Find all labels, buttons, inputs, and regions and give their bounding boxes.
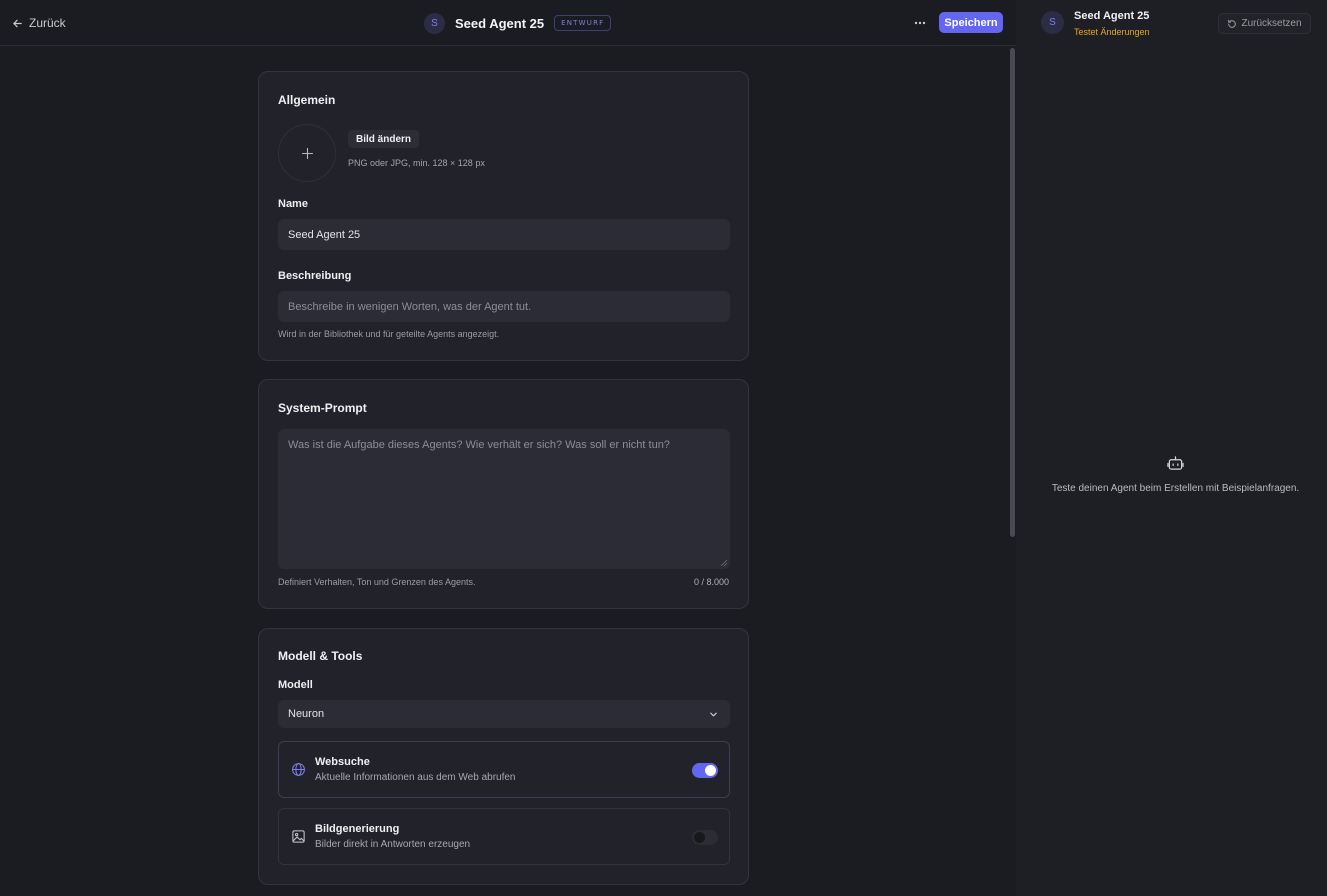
description-hint: Wird in der Bibliothek und für geteilte … xyxy=(278,329,500,339)
change-image-button[interactable]: Bild ändern xyxy=(348,130,420,148)
page-title: Seed Agent 25 xyxy=(455,15,545,31)
tool-description: Bilder direkt in Antworten erzeugen xyxy=(315,839,471,850)
tool-row-websuche[interactable]: Websuche Aktuelle Informationen aus dem … xyxy=(278,741,730,798)
character-count: 0 / 8.000 xyxy=(693,577,729,587)
system-prompt-card: System-Prompt Was ist die Aufgabe dieses… xyxy=(258,379,749,609)
image-hint: PNG oder JPG, min. 128 × 128 px xyxy=(348,158,485,168)
general-card: Allgemein Bild ändern PNG oder JPG, min.… xyxy=(258,71,749,361)
system-prompt-title: System-Prompt xyxy=(278,401,367,415)
websuche-toggle[interactable] xyxy=(692,763,718,778)
reset-label: Zurücksetzen xyxy=(1241,18,1302,29)
preview-pane: S Seed Agent 25 Testet Änderungen Zurück… xyxy=(1016,0,1327,896)
editor-pane: Zurück S Seed Agent 25 ENTWURF Speichern… xyxy=(0,0,1016,896)
model-select[interactable]: Neuron xyxy=(278,700,730,728)
scrollbar-thumb[interactable] xyxy=(1010,48,1015,537)
back-label: Zurück xyxy=(29,16,66,30)
preview-avatar: S xyxy=(1041,11,1064,34)
resize-handle-icon[interactable] xyxy=(720,559,728,567)
model-label: Modell xyxy=(278,679,313,691)
tool-row-bildgenerierung[interactable]: Bildgenerierung Bilder direkt in Antwort… xyxy=(278,808,730,865)
description-label: Beschreibung xyxy=(278,270,352,282)
reset-button[interactable]: Zurücksetzen xyxy=(1218,13,1311,34)
back-button[interactable]: Zurück xyxy=(12,14,66,32)
system-prompt-textarea[interactable]: Was ist die Aufgabe dieses Agents? Wie v… xyxy=(278,429,730,569)
toggle-knob xyxy=(694,832,705,843)
rotate-ccw-icon xyxy=(1228,19,1237,28)
preview-agent-name: Seed Agent 25 xyxy=(1074,10,1150,22)
agent-image-upload[interactable] xyxy=(278,124,336,182)
preview-status: Testet Änderungen xyxy=(1074,27,1150,37)
model-select-value: Neuron xyxy=(288,708,325,720)
more-options-button[interactable] xyxy=(909,13,931,33)
tool-name: Bildgenerierung xyxy=(315,823,400,835)
arrow-left-icon xyxy=(13,19,22,27)
system-prompt-placeholder: Was ist die Aufgabe dieses Agents? Wie v… xyxy=(288,439,670,451)
model-tools-card: Modell & Tools Modell Neuron Websuche Ak… xyxy=(258,628,749,885)
tool-name: Websuche xyxy=(315,756,370,768)
plus-icon xyxy=(301,147,313,159)
model-tools-title: Modell & Tools xyxy=(278,649,363,663)
bildgenerierung-toggle[interactable] xyxy=(692,830,718,845)
general-card-title: Allgemein xyxy=(278,93,336,107)
status-badge: ENTWURF xyxy=(554,15,612,31)
image-icon xyxy=(292,830,305,843)
globe-icon xyxy=(292,763,305,776)
tool-description: Aktuelle Informationen aus dem Web abruf… xyxy=(315,772,516,783)
system-prompt-hint: Definiert Verhalten, Ton und Grenzen des… xyxy=(278,577,476,587)
more-horizontal-icon xyxy=(914,21,926,25)
toggle-knob xyxy=(705,765,716,776)
description-input[interactable]: Beschreibe in wenigen Worten, was der Ag… xyxy=(278,291,730,322)
save-button[interactable]: Speichern xyxy=(939,12,1003,33)
top-bar: Zurück S Seed Agent 25 ENTWURF Speichern xyxy=(0,0,1016,46)
chevron-down-icon xyxy=(710,712,717,717)
empty-state-text: Teste deinen Agent beim Erstellen mit Be… xyxy=(1051,483,1300,494)
name-label: Name xyxy=(278,198,308,210)
agent-avatar: S xyxy=(424,12,445,34)
page-title-group: S Seed Agent 25 ENTWURF xyxy=(424,12,612,34)
name-input[interactable]: Seed Agent 25 xyxy=(278,219,730,250)
robot-icon xyxy=(1167,456,1184,470)
